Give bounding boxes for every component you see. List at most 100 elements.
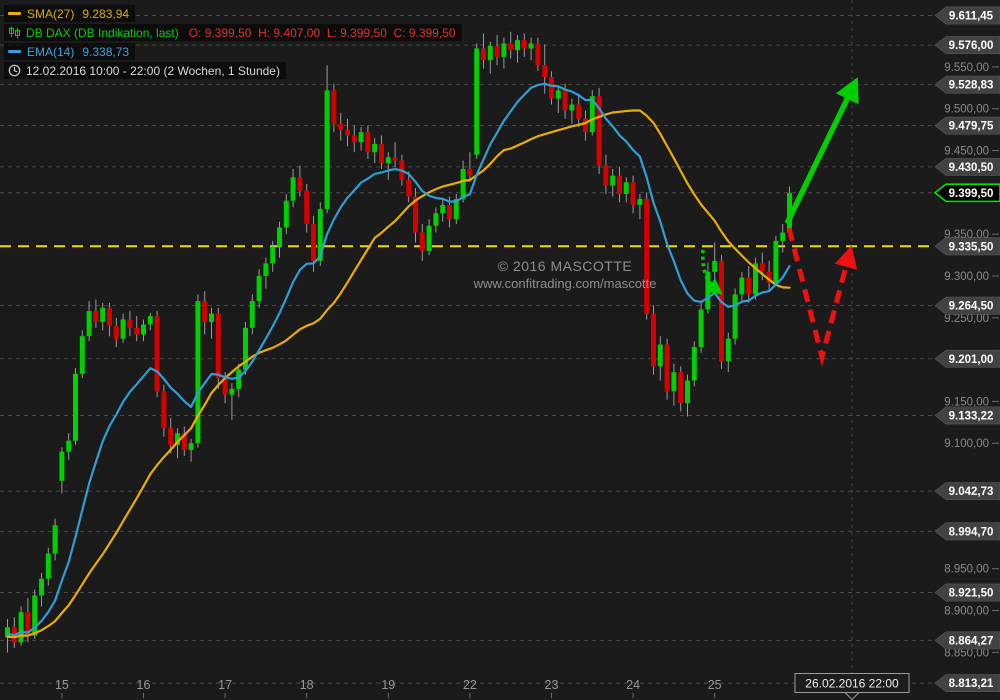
candle-body-down [494,45,500,57]
clock-icon [8,64,21,77]
candle [209,307,214,339]
time-axis-label: 25 [708,678,722,692]
candle [5,618,10,653]
candle [229,383,235,420]
candle [725,332,731,373]
price-level-tag-label: 9.133,22 [949,410,994,422]
candle [351,125,357,153]
candle-body-up [100,307,106,322]
candle [181,426,187,456]
candle-body-down [215,313,221,379]
candle [603,154,609,195]
candle [120,313,126,343]
ohlc-readout: O: 9.399,50 H: 9.407,00 L: 9.399,50 C: 9… [188,25,456,40]
sma-value: 9.283,94 [82,6,130,21]
candle [277,221,282,258]
candle [304,183,310,233]
bullish-forecast-arrow[interactable] [784,77,859,225]
price-axis[interactable]: 9.550,009.500,009.450,009.350,009.300,00… [933,6,1000,692]
candle [113,317,119,348]
candle [508,31,514,59]
candle [528,37,534,61]
candle [685,374,690,417]
candle [576,93,582,128]
price-chart-canvas[interactable]: 9.550,009.500,009.450,009.350,009.300,00… [0,0,1000,700]
candle-body-up [691,347,697,381]
candle [188,439,194,462]
candle [338,112,344,141]
price-level-tag-label: 9.430,50 [949,162,994,174]
candle-body-up [86,311,92,337]
candle-body-up [147,316,153,325]
candle [290,168,296,208]
candle-body-down [331,90,337,124]
candle [59,447,65,494]
candle-body-down [134,327,140,335]
candle-body-down [311,224,316,261]
grid-lines [0,0,935,684]
candle [45,547,51,586]
time-axis[interactable]: 15 16 17 18 19 22 23 24 25 26.02.2016 22:00 [55,673,910,700]
candle-body-up [515,40,520,51]
legend-row-instrument[interactable]: DB DAX (DB Indikation, last) O: 9.399,50… [4,24,462,41]
legend-row-ema[interactable]: EMA(14) 9.338,73 [4,43,136,60]
candle-body-down [419,232,425,251]
legend-row-sma[interactable]: SMA(27) 9.283,94 [4,5,136,22]
candle-body-up [610,175,616,186]
candle-body-down [630,182,636,205]
candle-body-down [644,199,650,314]
candle [385,152,391,180]
candle-body-up [555,90,561,99]
price-axis-label: 9.500,00 [944,104,989,116]
candle-body-down [202,301,208,322]
candle-body-up [79,336,85,374]
candle-body-down [759,263,765,272]
candle [487,41,493,74]
candle-body-down [107,307,112,327]
legend-row-timeframe: 12.02.2016 10:00 - 22:00 (2 Wochen, 1 St… [4,62,286,79]
candle-body-up [195,301,201,444]
candle-body-up [18,612,24,643]
candle [481,33,486,69]
candle-body-up [732,294,738,339]
watermark-brand: © 2016 MASCOTTE [497,258,633,274]
candle-body-up [120,319,126,339]
candle [18,606,24,646]
candle [433,207,439,233]
candle [358,127,364,151]
candle-body-down [508,43,514,51]
candle [93,299,99,328]
ema-value: 9.338,73 [82,44,130,59]
candle [644,192,650,320]
candle [494,35,500,66]
candle [331,83,337,133]
candle [215,307,221,389]
candle [555,85,561,113]
candle [440,199,446,222]
candle [671,363,677,406]
candle-body-down [447,204,452,220]
sma-label: SMA(27) [27,6,75,21]
price-level-tag-label: 9.399,50 [949,188,994,200]
future-date-tag-label: 26.02.2016 22:00 [805,677,899,691]
candle-body-up [229,388,235,395]
watermark-url: www.confitrading.com/mascotte [473,276,657,291]
candle-body-down [617,175,622,195]
candle [773,235,779,287]
price-level-tag-label: 9.576,00 [949,40,994,52]
price-level-tag-label: 8.921,50 [949,588,994,600]
candle-body-up [358,132,364,143]
candle-body-down [576,104,582,119]
bearish-forecast-arrow[interactable] [786,227,858,368]
candle [521,33,527,57]
candle [542,44,548,94]
candle-body-down [521,40,527,49]
time-axis-label: 23 [545,678,559,692]
candle [549,71,554,105]
candle-body-up [385,157,391,164]
candle [698,302,704,353]
price-level-tag-label: 9.479,75 [949,121,994,133]
candle-body-down [365,132,371,153]
candle-body-up [698,309,704,348]
ema-color-swatch-icon [8,50,21,53]
